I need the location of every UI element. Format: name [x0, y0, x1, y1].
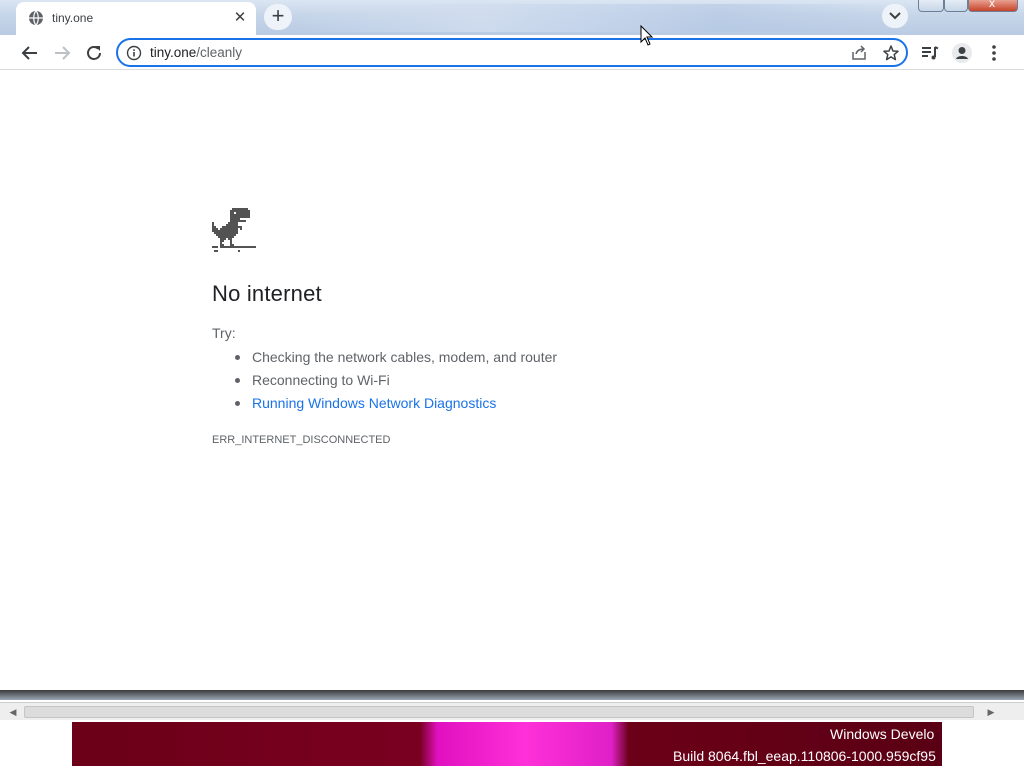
scrollbar-thumb[interactable] — [24, 706, 974, 718]
minimize-button[interactable] — [918, 0, 944, 12]
share-icon[interactable] — [850, 44, 868, 62]
build-watermark: Build 8064.fbl_eeap.110806-1000.959cf95 — [673, 748, 936, 764]
arrow-right-icon — [55, 46, 71, 60]
star-icon[interactable] — [882, 44, 900, 62]
arrow-left-icon — [21, 46, 37, 60]
title-bar-glass — [300, 4, 900, 32]
dino-icon — [212, 208, 256, 252]
suggestion-list: Checking the network cables, modem, and … — [234, 349, 557, 418]
back-button[interactable] — [18, 41, 42, 65]
address-bar[interactable]: tiny.one/cleanly — [116, 38, 908, 67]
kebab-menu-icon — [992, 45, 996, 61]
scroll-left-arrow-icon[interactable]: ◀ — [6, 705, 20, 719]
list-item: Reconnecting to Wi-Fi — [234, 372, 557, 395]
plus-icon: + — [271, 3, 285, 28]
reading-list-button[interactable] — [918, 41, 942, 65]
chevron-down-icon — [889, 12, 901, 20]
reload-button[interactable] — [82, 41, 106, 65]
horizontal-scrollbar[interactable]: ◀ ▶ — [0, 702, 1024, 720]
tab-search-button[interactable] — [882, 4, 908, 28]
window-frame-left — [0, 70, 8, 692]
person-icon — [952, 43, 972, 63]
try-label: Try: — [212, 325, 236, 341]
list-item: Checking the network cables, modem, and … — [234, 349, 557, 372]
url-path: /cleanly — [196, 45, 243, 60]
url-text[interactable]: tiny.one/cleanly — [150, 45, 242, 60]
url-domain: tiny.one — [150, 45, 197, 60]
forward-button[interactable] — [50, 41, 74, 65]
scroll-right-arrow-icon[interactable]: ▶ — [984, 705, 998, 719]
page-content: No internet Try: Checking the network ca… — [8, 71, 1016, 690]
tab-title: tiny.one — [52, 11, 94, 25]
error-code: ERR_INTERNET_DISCONNECTED — [212, 434, 391, 446]
window-frame-right — [1016, 70, 1024, 692]
windows-watermark: Windows Develo — [830, 726, 935, 742]
reload-icon — [87, 46, 101, 60]
page-title: No internet — [212, 281, 322, 306]
title-bar: tiny.one ✕ + x — [0, 0, 1024, 35]
browser-tab[interactable]: tiny.one ✕ — [16, 2, 256, 35]
window-frame-bottom — [0, 690, 1024, 700]
profile-button[interactable] — [950, 41, 974, 65]
menu-button[interactable] — [982, 41, 1006, 65]
reading-list-icon — [922, 46, 939, 60]
info-icon[interactable] — [126, 45, 142, 61]
close-icon: x — [989, 0, 995, 10]
toolbar: tiny.one/cleanly — [0, 35, 1024, 70]
maximize-button[interactable] — [944, 0, 968, 12]
close-icon[interactable]: ✕ — [230, 8, 250, 28]
network-diagnostics-link[interactable]: Running Windows Network Diagnostics — [234, 395, 557, 418]
window-controls: x — [918, 0, 1020, 12]
window-close-button[interactable]: x — [968, 0, 1018, 12]
desktop-background: Windows Develo Build 8064.fbl_eeap.11080… — [0, 720, 1024, 768]
browser-window: tiny.one ✕ + x tiny.one/cleanly No inter… — [0, 0, 1024, 700]
mouse-cursor-icon — [640, 24, 654, 47]
globe-icon — [28, 10, 44, 26]
new-tab-button[interactable]: + — [264, 4, 292, 30]
